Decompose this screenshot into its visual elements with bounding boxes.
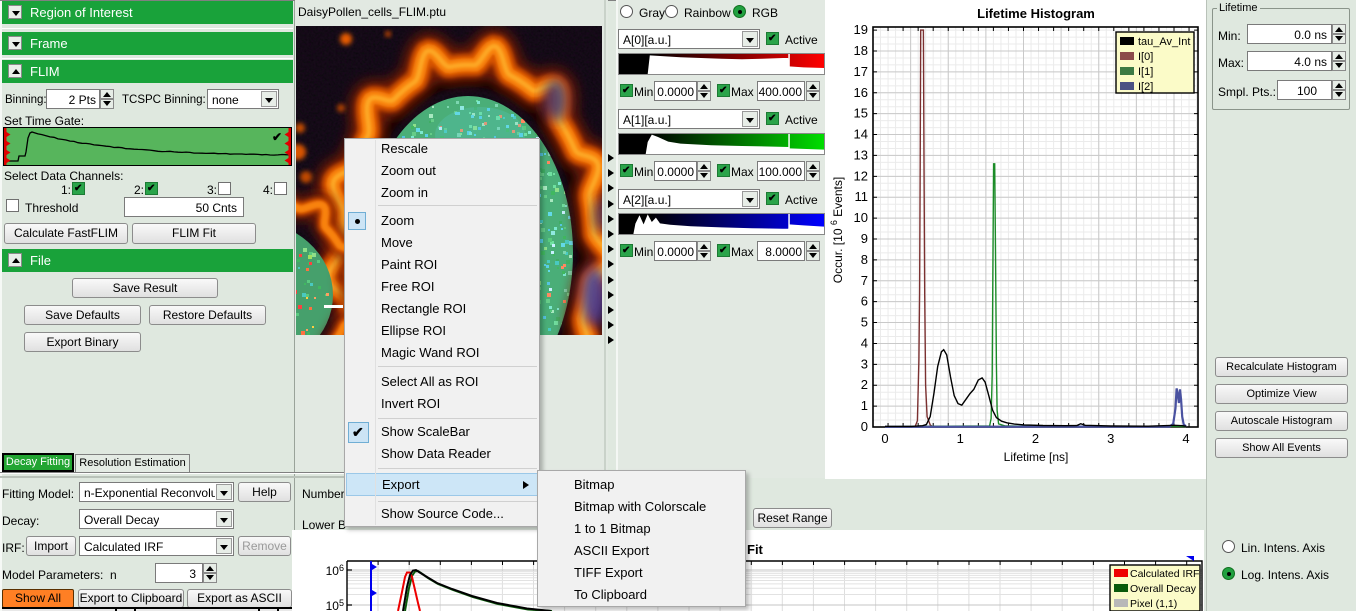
svg-text:11: 11 <box>855 189 869 204</box>
svg-text:17: 17 <box>854 64 868 79</box>
svg-text:13: 13 <box>854 147 868 162</box>
svg-text:Lifetime [ns]: Lifetime [ns] <box>1004 450 1069 464</box>
svg-text:9: 9 <box>861 231 868 246</box>
svg-text:Fit: Fit <box>747 542 764 557</box>
svg-text:3: 3 <box>861 356 868 371</box>
svg-text:0: 0 <box>861 419 868 434</box>
svg-text:4: 4 <box>1182 431 1189 446</box>
svg-text:6: 6 <box>861 294 868 309</box>
svg-text:3: 3 <box>1107 431 1114 446</box>
svg-text:2: 2 <box>861 377 868 392</box>
svg-text:14: 14 <box>854 127 868 142</box>
svg-text:Occur. [10 6 Events]: Occur. [10 6 Events] <box>829 177 845 283</box>
svg-text:8: 8 <box>861 252 868 267</box>
svg-text:12: 12 <box>854 168 868 183</box>
svg-text:10: 10 <box>854 210 868 225</box>
svg-text:Calculated IRF: Calculated IRF <box>1130 568 1199 580</box>
svg-text:I[1]: I[1] <box>1138 66 1153 78</box>
svg-text:tau_Av_Int: tau_Av_Int <box>1138 36 1190 48</box>
svg-text:I[0]: I[0] <box>1138 51 1153 63</box>
svg-text:5: 5 <box>861 315 868 330</box>
svg-text:7: 7 <box>861 273 868 288</box>
svg-text:1: 1 <box>861 398 868 413</box>
svg-text:Overall Decay: Overall Decay <box>1130 583 1197 595</box>
svg-text:1: 1 <box>957 431 964 446</box>
svg-text:19: 19 <box>854 22 868 37</box>
svg-text:2: 2 <box>1032 431 1039 446</box>
svg-text:Pixel (1,1): Pixel (1,1) <box>1130 598 1177 610</box>
svg-text:0: 0 <box>881 431 888 446</box>
svg-text:18: 18 <box>854 43 868 58</box>
svg-text:✔: ✔ <box>272 130 282 144</box>
svg-text:15: 15 <box>854 106 868 121</box>
svg-text:I[2]: I[2] <box>1138 81 1153 93</box>
svg-text:Lifetime Histogram: Lifetime Histogram <box>977 6 1095 21</box>
svg-text:16: 16 <box>854 85 868 100</box>
svg-text:4: 4 <box>861 335 868 350</box>
